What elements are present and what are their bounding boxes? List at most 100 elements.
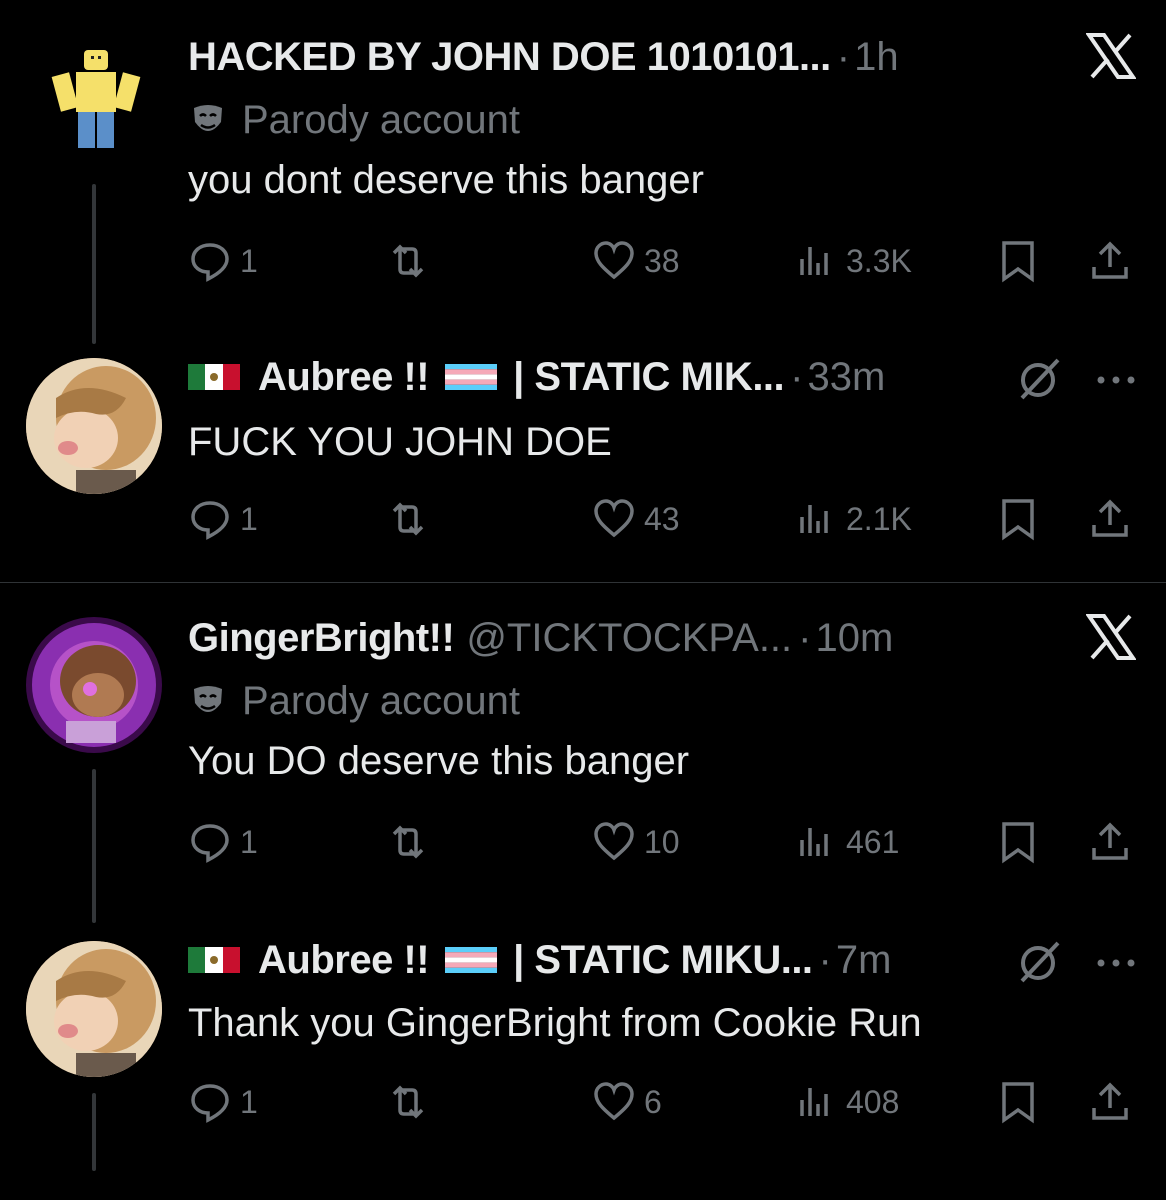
avatar-aubree[interactable]	[26, 941, 162, 1077]
heart-icon	[594, 499, 634, 538]
like-button[interactable]: 6	[592, 1077, 662, 1127]
bookmark-button[interactable]	[996, 494, 1040, 544]
avatar-roblox[interactable]	[46, 36, 146, 156]
reply-button[interactable]: 1	[188, 236, 258, 286]
tweet-text: FUCK YOU JOHN DOE	[188, 420, 612, 464]
tweet-header: HACKED BY JOHN DOE 1010101... · 1h	[188, 32, 1166, 82]
bookmark-icon	[1002, 1082, 1034, 1124]
tweet-2[interactable]: Aubree !! | STATIC MIK... · 33m FUCK YOU…	[0, 330, 1166, 582]
display-name[interactable]: GingerBright!!	[188, 616, 455, 661]
reply-count: 1	[240, 823, 258, 860]
timestamp[interactable]: 1h	[854, 35, 899, 80]
views-button[interactable]: 3.3K	[794, 236, 912, 286]
share-button[interactable]	[1088, 1077, 1132, 1127]
share-button[interactable]	[1088, 236, 1132, 286]
bookmark-button[interactable]	[996, 1077, 1040, 1127]
reply-count: 1	[240, 1083, 258, 1120]
timestamp[interactable]: 7m	[836, 938, 892, 983]
repost-button[interactable]	[386, 1077, 430, 1127]
x-logo-icon	[1085, 32, 1137, 85]
share-button[interactable]	[1088, 817, 1132, 867]
bookmark-button[interactable]	[996, 817, 1040, 867]
reply-icon	[191, 1084, 229, 1123]
display-name-suffix[interactable]: | STATIC MIK...	[513, 355, 785, 400]
separator: ·	[798, 615, 812, 660]
view-count: 408	[846, 1083, 900, 1120]
repost-icon	[392, 502, 424, 536]
like-count: 43	[644, 500, 680, 537]
more-options-icon[interactable]	[1096, 955, 1136, 973]
views-icon	[800, 247, 828, 275]
separator: ·	[836, 34, 851, 79]
bookmark-button[interactable]	[996, 236, 1040, 286]
views-button[interactable]: 2.1K	[794, 494, 912, 544]
bookmark-icon	[1002, 499, 1034, 541]
view-count: 461	[846, 823, 900, 860]
thread-line	[92, 1093, 96, 1171]
like-button[interactable]: 10	[592, 817, 680, 867]
repost-icon	[392, 825, 424, 859]
display-name[interactable]: Aubree !!	[258, 938, 430, 983]
repost-button[interactable]	[386, 236, 430, 286]
parody-text: Parody account	[242, 97, 520, 142]
parody-mask-icon	[194, 105, 222, 131]
reply-button[interactable]: 1	[188, 494, 258, 544]
tweet-actions: 1 6 408	[188, 1077, 1148, 1127]
avatar-aubree[interactable]	[26, 358, 162, 494]
more-options-icon[interactable]	[1096, 372, 1136, 390]
reply-count: 1	[240, 242, 258, 279]
like-count: 38	[644, 242, 680, 279]
bookmark-icon	[1002, 822, 1034, 864]
x-logo-icon	[1085, 613, 1137, 666]
tweet-text: You DO deserve this banger	[188, 739, 690, 783]
reply-button[interactable]: 1	[188, 817, 258, 867]
grok-icon[interactable]	[1016, 356, 1062, 407]
handle[interactable]: @TICKTOCKPA...	[466, 616, 792, 661]
reply-icon	[191, 824, 229, 863]
parody-label: Parody account	[188, 96, 520, 144]
trans-flag-icon	[445, 364, 498, 390]
tweet-actions: 1 38 3.3K	[188, 236, 1148, 286]
tweet-1[interactable]: HACKED BY JOHN DOE 1010101... · 1h Parod…	[0, 0, 1166, 344]
tweet-header: GingerBright!! @TICKTOCKPA... · 10m	[188, 613, 1166, 663]
tweet-text: Thank you GingerBright from Cookie Run	[188, 1001, 922, 1045]
parody-mask-icon	[194, 686, 222, 712]
timestamp[interactable]: 10m	[815, 616, 893, 661]
view-count: 2.1K	[846, 500, 912, 537]
like-button[interactable]: 43	[592, 494, 680, 544]
grok-icon[interactable]	[1016, 939, 1062, 990]
views-button[interactable]: 408	[794, 1077, 899, 1127]
share-icon	[1092, 499, 1128, 537]
repost-icon	[392, 244, 424, 278]
heart-icon	[594, 241, 634, 280]
avatar-gingerbright[interactable]	[26, 617, 162, 753]
views-button[interactable]: 461	[794, 817, 899, 867]
thread-line	[92, 769, 96, 923]
repost-button[interactable]	[386, 494, 430, 544]
bookmark-icon	[1002, 241, 1034, 283]
tweet-3[interactable]: GingerBright!! @TICKTOCKPA... · 10m Paro…	[0, 583, 1166, 923]
trans-flag-icon	[445, 947, 498, 973]
tweet-actions: 1 43 2.1K	[188, 494, 1148, 544]
share-icon	[1092, 1082, 1128, 1120]
parody-label: Parody account	[188, 677, 520, 725]
like-count: 10	[644, 823, 680, 860]
reply-button[interactable]: 1	[188, 1077, 258, 1127]
share-icon	[1092, 822, 1128, 860]
timestamp[interactable]: 33m	[807, 355, 885, 400]
reply-count: 1	[240, 500, 258, 537]
heart-icon	[594, 822, 634, 861]
reply-icon	[191, 501, 229, 540]
like-button[interactable]: 38	[592, 236, 680, 286]
separator: ·	[790, 354, 804, 399]
views-icon	[800, 828, 828, 856]
display-name-suffix[interactable]: | STATIC MIKU...	[513, 938, 813, 983]
mexico-flag-icon	[188, 364, 240, 390]
tweet-4[interactable]: Aubree !! | STATIC MIKU... · 7m Thank yo…	[0, 913, 1166, 1200]
heart-icon	[594, 1082, 634, 1121]
share-button[interactable]	[1088, 494, 1132, 544]
views-icon	[800, 1088, 828, 1116]
display-name[interactable]: HACKED BY JOHN DOE 1010101...	[188, 35, 831, 80]
display-name[interactable]: Aubree !!	[258, 355, 430, 400]
repost-button[interactable]	[386, 817, 430, 867]
